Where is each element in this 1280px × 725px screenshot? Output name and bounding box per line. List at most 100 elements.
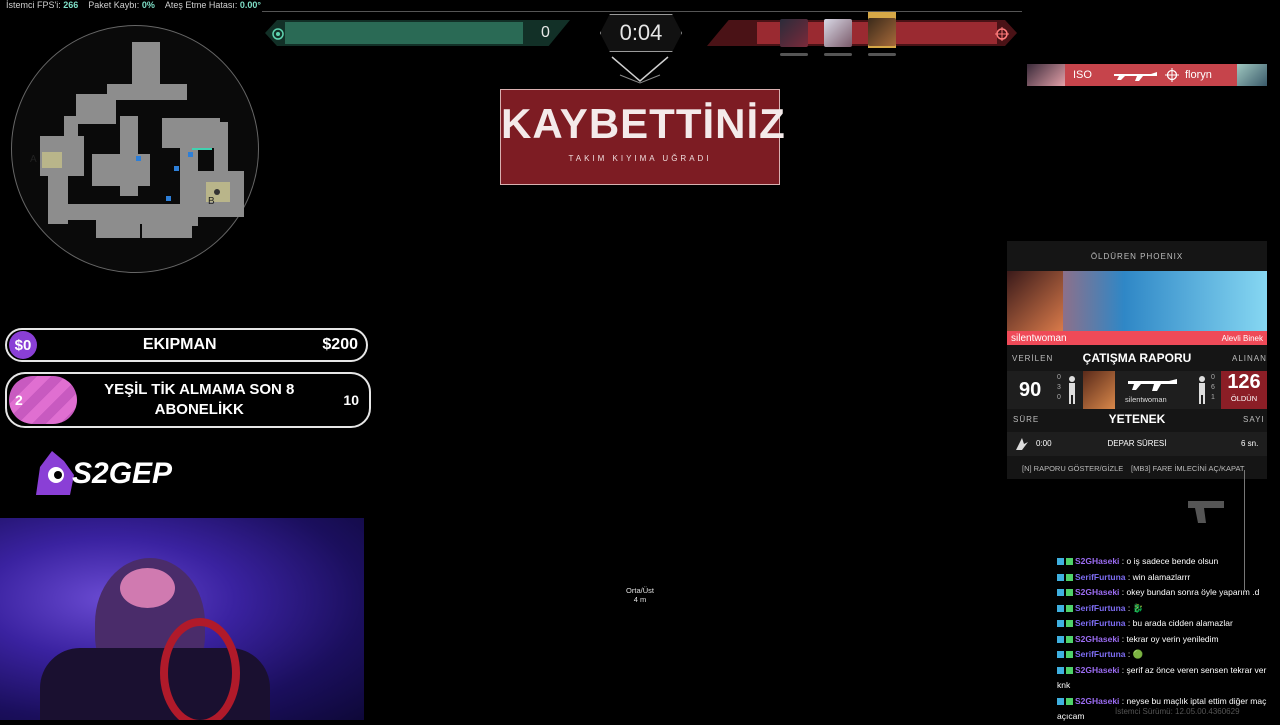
taken-label: ALINAN bbox=[1232, 354, 1267, 363]
killer-player-name: silentwoman bbox=[1011, 332, 1067, 344]
chat-badge-icon bbox=[1057, 620, 1064, 628]
damage-given: 90 bbox=[1019, 379, 1042, 401]
enemy-team-icon bbox=[995, 27, 1009, 41]
goal-label-line1: YEŞİL TİK ALMAMA SON 8 bbox=[104, 381, 295, 398]
agent-portrait-icon bbox=[780, 19, 808, 47]
chat-username[interactable]: SerifFurtuna bbox=[1075, 603, 1126, 613]
goal-label-line2: ABONELİKK bbox=[154, 401, 244, 418]
ping-location: Orta/Üst bbox=[626, 586, 654, 595]
chat-message: SerifFurtuna : 🟢 bbox=[1057, 647, 1272, 663]
round-timer: 0:04 bbox=[600, 14, 682, 52]
body-hit-icon bbox=[1069, 376, 1075, 404]
chat-username[interactable]: S2GHaseki bbox=[1075, 634, 1119, 644]
body-hit-icon bbox=[1199, 376, 1205, 404]
killed-by-label: ÖLDÜREN PHOENIX bbox=[1090, 252, 1184, 261]
chat-username[interactable]: S2GHaseki bbox=[1075, 556, 1119, 566]
ability-count: 6 sn. bbox=[1241, 439, 1259, 448]
ally-team-icon bbox=[272, 28, 284, 40]
chat-badge-icon bbox=[1057, 651, 1064, 659]
chat-badge-icon bbox=[1066, 573, 1073, 581]
rifle-icon bbox=[1114, 72, 1157, 81]
ability-row: 0:00 DEPAR SÜRESİ 6 sn. bbox=[1007, 432, 1267, 456]
twitch-chat: S2GHaseki : o iş sadece bende olsun Serif… bbox=[1057, 554, 1272, 725]
ally-marker-icon bbox=[166, 196, 171, 201]
chat-username[interactable]: SerifFurtuna bbox=[1075, 649, 1126, 659]
scoreboard-line bbox=[262, 11, 1022, 12]
chat-text: okey bundan sonra öyle yaparım .d bbox=[1126, 587, 1260, 597]
chat-badge-icon bbox=[1057, 697, 1064, 705]
goal-target: 10 bbox=[343, 392, 359, 408]
performance-stats: İstemci FPS'i: 266 Paket Kaybı: 0% Ateş … bbox=[6, 0, 261, 10]
ping-marker: Orta/Üst 4 m bbox=[610, 586, 670, 604]
chat-badge-icon bbox=[1057, 604, 1064, 612]
kill-feed-entry: ISO floryn bbox=[1027, 64, 1267, 86]
packet-loss-stat: Paket Kaybı: 0% bbox=[88, 0, 155, 10]
chair-icon bbox=[160, 618, 240, 720]
taken-hits: 061 bbox=[1211, 374, 1215, 401]
chat-username[interactable]: S2GHaseki bbox=[1075, 587, 1119, 597]
defeat-title: KAYBETTİNİZ bbox=[501, 100, 786, 147]
killer-player-card bbox=[1007, 271, 1267, 331]
chat-username[interactable]: SerifFurtuna bbox=[1075, 572, 1126, 582]
chat-text: tekrar oy verin yeniledim bbox=[1126, 633, 1219, 644]
chat-username[interactable]: S2GHaseki bbox=[1075, 665, 1119, 675]
chat-text: win alamazlarrr bbox=[1132, 571, 1191, 582]
equipment-label: EKIPMAN bbox=[142, 336, 217, 353]
ally-marker-icon bbox=[136, 156, 141, 161]
chat-text: bu arada cidden alamazlar bbox=[1132, 618, 1233, 628]
chat-message: SerifFurtuna : 🐉 bbox=[1057, 601, 1272, 617]
chat-badge-icon bbox=[1066, 620, 1073, 628]
chat-badge-icon bbox=[1066, 589, 1073, 597]
enemy-marker-icon bbox=[1165, 68, 1179, 82]
chat-message: SerifFurtuna : bu arada cidden alamazlar bbox=[1057, 616, 1272, 632]
killer-name: ISO bbox=[1073, 69, 1092, 81]
pistol-icon bbox=[1188, 501, 1224, 523]
chat-username[interactable]: SerifFurtuna bbox=[1075, 618, 1126, 628]
fire-error-stat: Ateş Etme Hatası: 0.00° bbox=[164, 0, 262, 10]
ping-distance: 4 m bbox=[633, 595, 647, 604]
chat-username[interactable]: S2GHaseki bbox=[1075, 696, 1119, 706]
killer-portrait-icon bbox=[1027, 64, 1065, 86]
agent-status-bar bbox=[780, 53, 808, 56]
site-b-label: B bbox=[208, 196, 215, 207]
chat-badge-icon bbox=[1066, 651, 1073, 659]
ally-marker-icon bbox=[174, 166, 179, 171]
defeat-subtitle: TAKIM KIYIMA UĞRADI bbox=[568, 154, 712, 163]
weapon-owner: silentwoman bbox=[1125, 395, 1167, 404]
victim-name: floryn bbox=[1185, 69, 1212, 81]
agent-status-bar bbox=[868, 53, 896, 56]
ability-name: DEPAR SÜRESİ bbox=[1107, 439, 1167, 448]
victim-portrait-icon bbox=[1237, 64, 1267, 86]
combat-report-row: 90 030 silentwoman 061 126 ÖLDÜN bbox=[1007, 371, 1267, 409]
channel-logo-text: S2GEP bbox=[72, 457, 173, 490]
chat-text: 🐉 bbox=[1132, 602, 1144, 613]
defeat-banner: KAYBETTİNİZ TAKIM KIYIMA UĞRADI bbox=[500, 89, 786, 185]
agent-portrait-icon bbox=[868, 18, 896, 46]
chat-badge-icon bbox=[1057, 589, 1064, 597]
ally-score-fill bbox=[285, 22, 523, 44]
site-a-label: A bbox=[30, 154, 37, 165]
killer-small-portrait-icon bbox=[1083, 371, 1115, 409]
goal-current: 2 bbox=[15, 392, 23, 408]
agent-portrait-icon bbox=[824, 19, 852, 47]
chat-badge-icon bbox=[1066, 558, 1073, 566]
killer-agent-portrait-icon bbox=[1007, 271, 1063, 331]
chat-badge-icon bbox=[1066, 697, 1073, 705]
client-version: İstemci Sürümü: 12.05.00.4360629 bbox=[1115, 707, 1240, 716]
headset-icon bbox=[120, 568, 175, 608]
enemy-agent-1 bbox=[780, 19, 808, 56]
equipment-left-value: $0 bbox=[9, 331, 37, 359]
chat-message: SerifFurtuna : win alamazlarrr bbox=[1057, 570, 1272, 586]
chat-badge-icon bbox=[1066, 604, 1073, 612]
damage-taken: 126 bbox=[1227, 371, 1261, 393]
minimap[interactable]: A B bbox=[11, 25, 259, 273]
spike-chevron-icon bbox=[611, 56, 669, 84]
webcam-feed bbox=[0, 518, 364, 720]
given-hits: 030 bbox=[1057, 374, 1061, 401]
equipment-right-value: $200 bbox=[322, 336, 358, 353]
cursor-toggle-hint: [MB3] FARE İMLECİNİ AÇ/KAPAT bbox=[1131, 464, 1245, 473]
killer-card-name: Alevli Binek bbox=[1221, 333, 1263, 343]
agent-status-bar bbox=[824, 53, 852, 56]
ally-score: 0 bbox=[541, 24, 550, 41]
chat-text: o iş sadece bende olsun bbox=[1126, 556, 1219, 566]
